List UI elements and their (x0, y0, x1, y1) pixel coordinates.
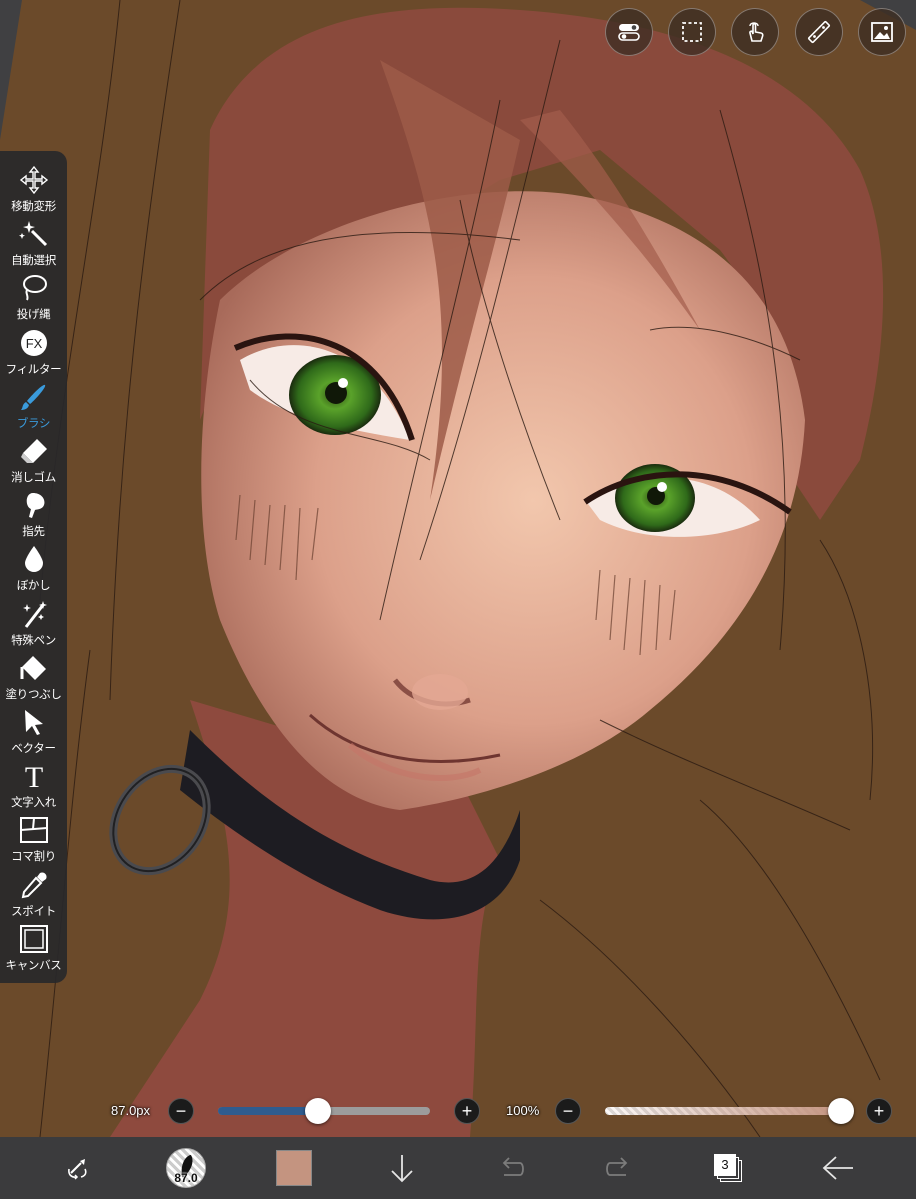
fx-icon: FX (18, 328, 50, 358)
undo-button[interactable] (494, 1137, 528, 1199)
tool-text[interactable]: T 文字入れ (0, 759, 67, 813)
tool-finger[interactable]: 指先 (0, 488, 67, 542)
color-swatch (276, 1150, 312, 1186)
opacity-label: 100% (506, 1103, 540, 1118)
brush-size-badge: 87.0 (174, 1171, 198, 1185)
tool-canvas[interactable]: キャンバス (0, 922, 67, 976)
opacity-minus-button[interactable]: − (555, 1098, 581, 1124)
tool-lasso[interactable]: 投げ縄 (0, 271, 67, 325)
minus-icon: − (175, 1101, 187, 1121)
layers-button[interactable]: 3 (710, 1137, 746, 1199)
tool-label: ブラシ (16, 417, 51, 430)
vector-arrow-icon (18, 707, 50, 737)
tool-move[interactable]: 移動変形 (0, 163, 67, 217)
download-button[interactable] (385, 1137, 419, 1199)
tool-label: コマ割り (11, 851, 56, 864)
brush-icon (18, 382, 50, 412)
frame-divide-icon (18, 815, 50, 845)
back-arrow-icon (822, 1156, 853, 1180)
brush-size-minus-button[interactable]: − (168, 1098, 194, 1124)
canvas-icon (18, 924, 50, 954)
minus-icon: − (562, 1101, 574, 1121)
tool-brush[interactable]: ブラシ (0, 380, 67, 434)
tool-blur[interactable]: ぼかし (0, 542, 67, 596)
opacity-plus-button[interactable]: + (866, 1098, 892, 1124)
drawing-canvas[interactable]: 移動変形自動選択投げ縄 FX フィルターブラシ消しゴム指先ぼかし特殊ペン塗りつぶしベ… (0, 0, 916, 1137)
swap-brush-icon (68, 1159, 87, 1180)
left-toolbar: 移動変形自動選択投げ縄 FX フィルターブラシ消しゴム指先ぼかし特殊ペン塗りつぶしベ… (0, 151, 67, 983)
tool-label: 自動選択 (11, 255, 56, 268)
fill-bucket-icon (18, 653, 50, 683)
tool-filter[interactable]: FX フィルター (0, 326, 67, 380)
layers-icon: 3 (712, 1152, 744, 1184)
svg-text:FX: FX (26, 336, 43, 351)
tool-label: スポイト (11, 905, 56, 918)
tool-eyedropper[interactable]: スポイト (0, 868, 67, 922)
magic-wand-icon (18, 219, 50, 249)
ruler-icon[interactable] (795, 8, 843, 56)
tool-label: 移動変形 (11, 201, 56, 213)
brush-size-fill (218, 1107, 318, 1115)
special-pen-icon (18, 599, 50, 629)
blur-drop-icon (18, 544, 50, 574)
back-button[interactable] (818, 1137, 858, 1199)
toggle-icon[interactable] (605, 8, 653, 56)
svg-text:T: T (25, 761, 43, 791)
brush-size-button[interactable]: 87.0 (163, 1137, 209, 1199)
brush-size-knob[interactable] (304, 1098, 331, 1124)
brush-size-label: 87.0px (111, 1103, 151, 1118)
artwork-illustration (0, 0, 916, 1137)
plus-icon: + (873, 1101, 885, 1121)
opacity-knob[interactable] (828, 1098, 854, 1124)
eyedropper-icon (18, 870, 50, 900)
tool-label: 消しゴム (11, 472, 56, 484)
brush-size-plus-button[interactable]: + (454, 1098, 480, 1124)
undo-icon (502, 1157, 524, 1176)
redo-button[interactable] (602, 1137, 636, 1199)
tool-eraser[interactable]: 消しゴム (0, 434, 67, 488)
tool-label: ベクター (11, 743, 56, 755)
lasso-icon (18, 273, 50, 303)
eraser-icon (18, 436, 50, 466)
text-icon: T (18, 761, 50, 791)
layer-count: 3 (721, 1157, 729, 1172)
bottom-bar: 87.0 3 (0, 1137, 916, 1199)
plus-icon: + (461, 1101, 473, 1121)
tool-label: 塗りつぶし (5, 688, 62, 701)
color-swatch-button[interactable] (274, 1137, 314, 1199)
tool-frame[interactable]: コマ割り (0, 813, 67, 867)
tool-special-pen[interactable]: 特殊ペン (0, 597, 67, 651)
download-icon (391, 1155, 413, 1183)
tool-label: 投げ縄 (16, 309, 51, 322)
tool-label: 指先 (22, 526, 45, 539)
redo-icon (606, 1157, 628, 1176)
move-icon (18, 165, 50, 195)
finger-icon (18, 490, 50, 520)
tool-label: ぼかし (16, 580, 51, 593)
tool-label: 特殊ペン (11, 634, 56, 647)
tool-label: フィルター (5, 363, 62, 376)
image-icon[interactable] (858, 8, 906, 56)
tool-label: 文字入れ (11, 797, 56, 810)
tool-label: キャンバス (5, 959, 62, 972)
tool-vector[interactable]: ベクター (0, 705, 67, 759)
selection-icon[interactable] (668, 8, 716, 56)
tool-fill[interactable]: 塗りつぶし (0, 651, 67, 705)
touch-icon[interactable] (731, 8, 779, 56)
opacity-track[interactable] (605, 1107, 841, 1115)
swap-brush-button[interactable] (55, 1137, 101, 1199)
tool-magic-wand[interactable]: 自動選択 (0, 217, 67, 271)
